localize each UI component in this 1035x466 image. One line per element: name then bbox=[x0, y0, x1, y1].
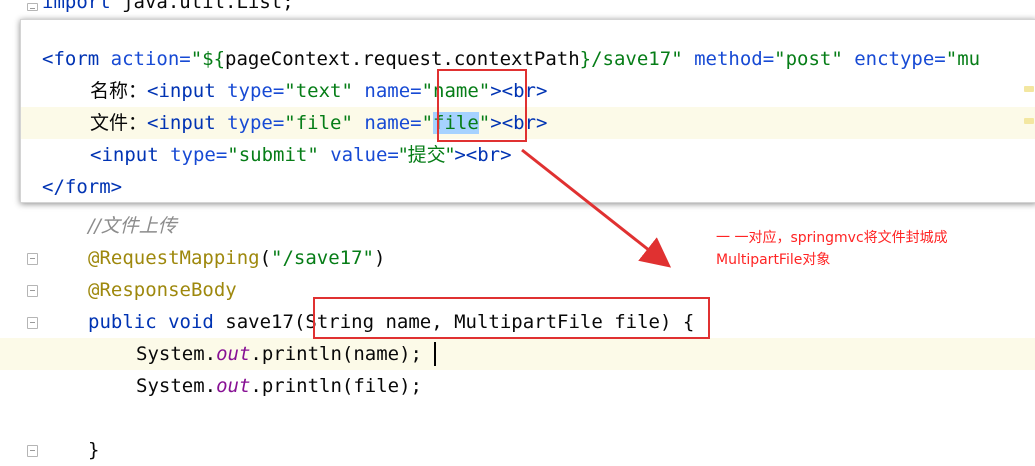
annotation-text-line2: MultipartFile对象 bbox=[716, 252, 831, 268]
fold-marker-icon[interactable] bbox=[27, 445, 38, 457]
code-line-close-brace: } bbox=[88, 439, 100, 461]
annotation-text-line1: 一 一对应，springmvc将文件封城成 bbox=[716, 230, 948, 246]
code-line-response-body: @ResponseBody bbox=[88, 279, 237, 301]
fold-marker-icon[interactable] bbox=[27, 253, 38, 265]
code-preview-popup: <form action="${pageContext.request.cont… bbox=[20, 19, 1035, 203]
gutter-mark-icon bbox=[1024, 118, 1034, 124]
code-line-comment: //文件上传 bbox=[88, 215, 177, 237]
code-line-print-file: System.out.println(file); bbox=[136, 375, 422, 397]
name-attr-highlight-box bbox=[437, 69, 527, 142]
popup-submit-line: <input type="submit" value="提交"><br> bbox=[90, 144, 512, 166]
code-line-import: import java.util.List; bbox=[42, 0, 294, 13]
code-line-print-name[interactable]: System.out.println(name); bbox=[136, 338, 422, 370]
fold-marker-icon[interactable] bbox=[27, 3, 38, 11]
popup-form-close-line: </form> bbox=[42, 176, 123, 198]
text-caret bbox=[434, 342, 436, 366]
gutter-mark-icon bbox=[1024, 86, 1034, 92]
fold-marker-icon[interactable] bbox=[27, 285, 38, 297]
params-highlight-box bbox=[313, 297, 710, 339]
fold-marker-icon[interactable] bbox=[27, 317, 38, 329]
code-line-request-mapping: @RequestMapping("/save17") bbox=[88, 247, 386, 269]
